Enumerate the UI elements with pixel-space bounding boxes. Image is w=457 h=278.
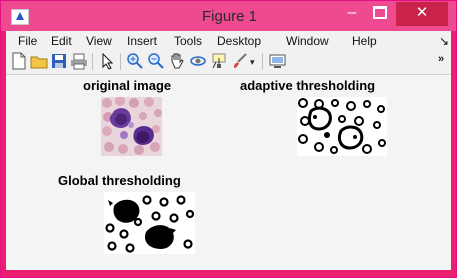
rotate-3d-icon[interactable] bbox=[189, 52, 207, 70]
global-threshold-image bbox=[104, 192, 195, 254]
brush-icon[interactable] bbox=[231, 52, 249, 70]
menu-window[interactable]: Window bbox=[286, 34, 329, 48]
adaptive-threshold-image bbox=[297, 97, 387, 156]
original-image bbox=[101, 97, 162, 156]
figure-client-area: File Edit View Insert Tools Desktop Wind… bbox=[6, 31, 451, 270]
maximize-button[interactable] bbox=[367, 2, 393, 26]
new-figure-icon[interactable] bbox=[10, 52, 28, 70]
zoom-in-icon[interactable] bbox=[126, 52, 144, 70]
brush-dropdown-icon[interactable]: ▾ bbox=[250, 57, 268, 75]
zoom-out-icon[interactable] bbox=[147, 52, 165, 70]
menu-edit[interactable]: Edit bbox=[51, 34, 72, 48]
figure-canvas: original image adaptive thresholding Glo… bbox=[6, 75, 451, 270]
toolbar: ▾ » bbox=[6, 50, 451, 75]
toolbar-separator bbox=[262, 53, 263, 70]
toolbar-separator bbox=[120, 53, 121, 70]
menu-insert[interactable]: Insert bbox=[127, 34, 157, 48]
menu-overflow-arrow[interactable]: ↘ bbox=[439, 34, 449, 48]
edit-plot-arrow-icon[interactable] bbox=[98, 52, 116, 70]
panel-title-original: original image bbox=[83, 78, 172, 93]
data-cursor-icon[interactable] bbox=[210, 52, 228, 70]
toolbar-separator bbox=[92, 53, 93, 70]
menu-desktop[interactable]: Desktop bbox=[217, 34, 261, 48]
print-icon[interactable] bbox=[70, 52, 88, 70]
menu-file[interactable]: File bbox=[18, 34, 37, 48]
menu-view[interactable]: View bbox=[86, 34, 112, 48]
maximize-icon bbox=[373, 6, 387, 20]
panel-title-adaptive: adaptive thresholding bbox=[240, 78, 376, 93]
save-icon[interactable] bbox=[50, 52, 68, 70]
close-button[interactable]: ✕ bbox=[396, 2, 448, 26]
menu-help[interactable]: Help bbox=[352, 34, 377, 48]
toolbar-overflow-button[interactable]: » bbox=[438, 53, 444, 65]
title-bar[interactable]: Figure 1 – ✕ bbox=[1, 1, 456, 31]
open-file-icon[interactable] bbox=[30, 52, 48, 70]
panel-title-global: Global thresholding bbox=[58, 173, 181, 188]
menu-tools[interactable]: Tools bbox=[174, 34, 202, 48]
link-plot-icon[interactable] bbox=[269, 52, 287, 70]
minimize-button[interactable]: – bbox=[339, 2, 365, 26]
pan-hand-icon[interactable] bbox=[168, 52, 186, 70]
menu-bar: File Edit View Insert Tools Desktop Wind… bbox=[6, 31, 451, 50]
